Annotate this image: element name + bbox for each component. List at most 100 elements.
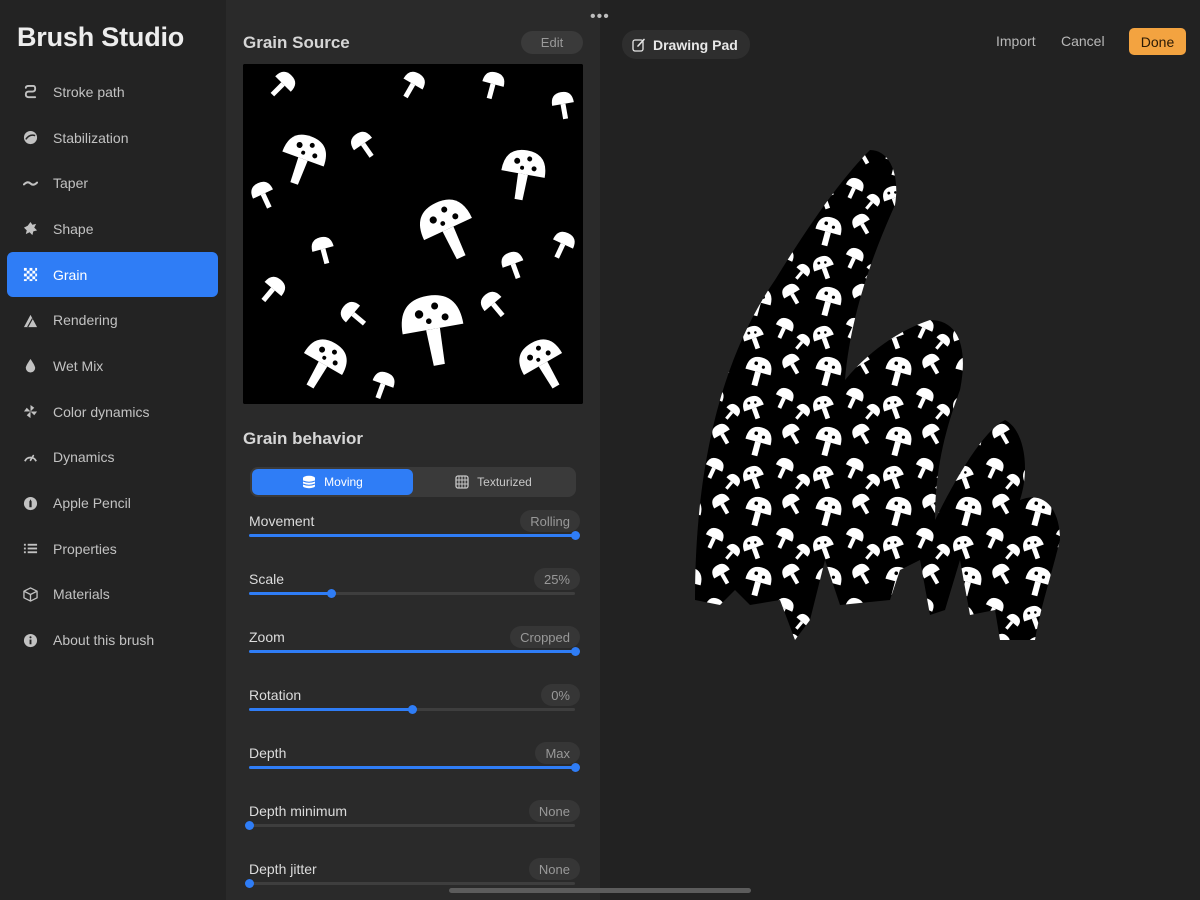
depth-jitter-knob[interactable] — [245, 879, 254, 888]
zoom-slider: Zoom Cropped — [249, 626, 580, 669]
scale-knob[interactable] — [326, 589, 336, 598]
sidebar-item-label: Shape — [53, 220, 94, 237]
depth-jitter-label: Depth jitter — [249, 861, 317, 877]
sidebar-item-grain[interactable]: Grain — [7, 251, 218, 298]
movement-track[interactable] — [249, 531, 580, 540]
scale-label: Scale — [249, 571, 285, 587]
grain-settings-panel: Grain Source Edit Grain behavior Moving … — [226, 0, 600, 900]
sidebar-item-color-dynamics[interactable]: Color dynamics — [7, 389, 218, 435]
grain-source-preview[interactable] — [243, 64, 583, 404]
grain-behavior-title: Grain behavior — [243, 429, 363, 448]
color-dynamics-icon — [23, 404, 38, 419]
sidebar-item-apple-pencil[interactable]: Apple Pencil — [7, 480, 218, 526]
depth-label: Depth — [249, 745, 287, 761]
depth-minimum-track[interactable] — [245, 821, 575, 830]
info-icon — [23, 633, 38, 648]
zoom-track[interactable] — [249, 647, 580, 656]
scale-track[interactable] — [249, 589, 575, 598]
taper-icon — [23, 176, 38, 191]
sidebar-item-materials[interactable]: Materials — [7, 572, 218, 618]
sidebar-item-label: Dynamics — [53, 449, 115, 466]
sidebar-item-label: Rendering — [53, 312, 118, 329]
grain-icon — [23, 267, 38, 282]
rotation-track[interactable] — [249, 705, 575, 714]
depth-fill — [249, 766, 575, 769]
sidebar-item-properties[interactable]: Properties — [7, 526, 218, 572]
depth-jitter-track[interactable] — [245, 879, 575, 888]
depth-value[interactable]: Max — [535, 742, 580, 764]
grain-source-title: Grain Source — [243, 33, 350, 52]
zoom-knob[interactable] — [571, 647, 580, 656]
sidebar-item-label: About this brush — [53, 632, 155, 649]
sidebar-item-rendering[interactable]: Rendering — [7, 297, 218, 343]
shape-icon — [23, 221, 38, 236]
sidebar-item-stabilization[interactable]: Stabilization — [7, 115, 218, 161]
zoom-value[interactable]: Cropped — [510, 626, 580, 648]
sidebar-item-wet-mix[interactable]: Wet Mix — [7, 343, 218, 389]
mushroom-pattern-image — [243, 64, 583, 404]
scale-value[interactable]: 25% — [533, 568, 580, 590]
grain-mode-segmented-control: Moving Texturized — [250, 467, 576, 497]
texturized-mode-label: Texturized — [477, 475, 532, 489]
depth-minimum-knob[interactable] — [245, 821, 254, 830]
movement-value[interactable]: Rolling — [520, 510, 580, 532]
sidebar-item-label: Materials — [53, 586, 110, 603]
sidebar-item-label: Properties — [53, 540, 117, 557]
sidebar-item-taper[interactable]: Taper — [7, 160, 218, 206]
depth-slider: Depth Max — [249, 742, 580, 785]
sidebar-nav: Stroke path Stabilization Taper Shape Gr… — [7, 69, 218, 663]
sidebar-item-label: Grain — [53, 266, 88, 283]
rotation-knob[interactable] — [408, 705, 417, 714]
sidebar-item-label: Apple Pencil — [53, 495, 131, 512]
dynamics-icon — [23, 450, 38, 465]
moving-icon — [302, 475, 316, 489]
sidebar-item-about-this-brush[interactable]: About this brush — [7, 617, 218, 663]
zoom-label: Zoom — [249, 629, 285, 645]
sidebar-item-shape[interactable]: Shape — [7, 206, 218, 252]
done-button[interactable]: Done — [1129, 28, 1186, 55]
properties-icon — [23, 541, 38, 556]
depth-track[interactable] — [249, 763, 580, 772]
wet-mix-icon — [23, 358, 38, 373]
depth-jitter-slider: Depth jitter None — [245, 858, 580, 900]
cancel-button[interactable]: Cancel — [1061, 33, 1105, 49]
sidebar-item-label: Stroke path — [53, 83, 125, 100]
moving-mode-button[interactable]: Moving — [252, 469, 413, 495]
sidebar-item-dynamics[interactable]: Dynamics — [7, 435, 218, 481]
apple-pencil-icon — [23, 496, 38, 511]
sidebar-item-label: Wet Mix — [53, 357, 104, 374]
sidebar-item-label: Stabilization — [53, 129, 129, 146]
depth-jitter-value[interactable]: None — [528, 858, 580, 880]
moving-mode-label: Moving — [324, 475, 363, 489]
sidebar-item-label: Taper — [53, 175, 89, 192]
depth-knob[interactable] — [571, 763, 580, 772]
zoom-fill — [249, 650, 575, 653]
multitasking-handle[interactable]: ••• — [590, 8, 610, 26]
drawing-pad[interactable]: Drawing Pad Import Cancel Done — [600, 0, 1200, 900]
edit-pad-icon — [632, 38, 645, 52]
depth-minimum-value[interactable]: None — [528, 800, 580, 822]
scale-fill — [249, 592, 331, 595]
materials-icon — [23, 587, 38, 602]
sidebar-item-stroke-path[interactable]: Stroke path — [7, 69, 218, 115]
rotation-slider: Rotation 0% — [249, 684, 580, 727]
scale-slider: Scale 25% — [249, 568, 580, 611]
rotation-value[interactable]: 0% — [541, 684, 580, 706]
stabilization-icon — [23, 130, 38, 145]
depth-minimum-slider: Depth minimum None — [245, 800, 580, 843]
sidebar: Brush Studio Stroke path Stabilization T… — [0, 0, 226, 900]
import-button[interactable]: Import — [996, 33, 1036, 49]
movement-fill — [249, 534, 575, 537]
texturized-icon — [455, 475, 469, 489]
texturized-mode-button[interactable]: Texturized — [413, 469, 574, 495]
rendering-icon — [23, 313, 38, 328]
app-title: Brush Studio — [17, 22, 185, 52]
edit-button[interactable]: Edit — [521, 31, 583, 54]
drawing-pad-tab[interactable]: Drawing Pad — [622, 30, 750, 59]
home-indicator[interactable] — [449, 888, 751, 893]
drawing-pad-label: Drawing Pad — [653, 36, 738, 53]
rotation-fill — [249, 708, 412, 711]
movement-knob[interactable] — [571, 531, 580, 540]
depth-minimum-label: Depth minimum — [249, 803, 348, 819]
rotation-label: Rotation — [249, 687, 302, 703]
